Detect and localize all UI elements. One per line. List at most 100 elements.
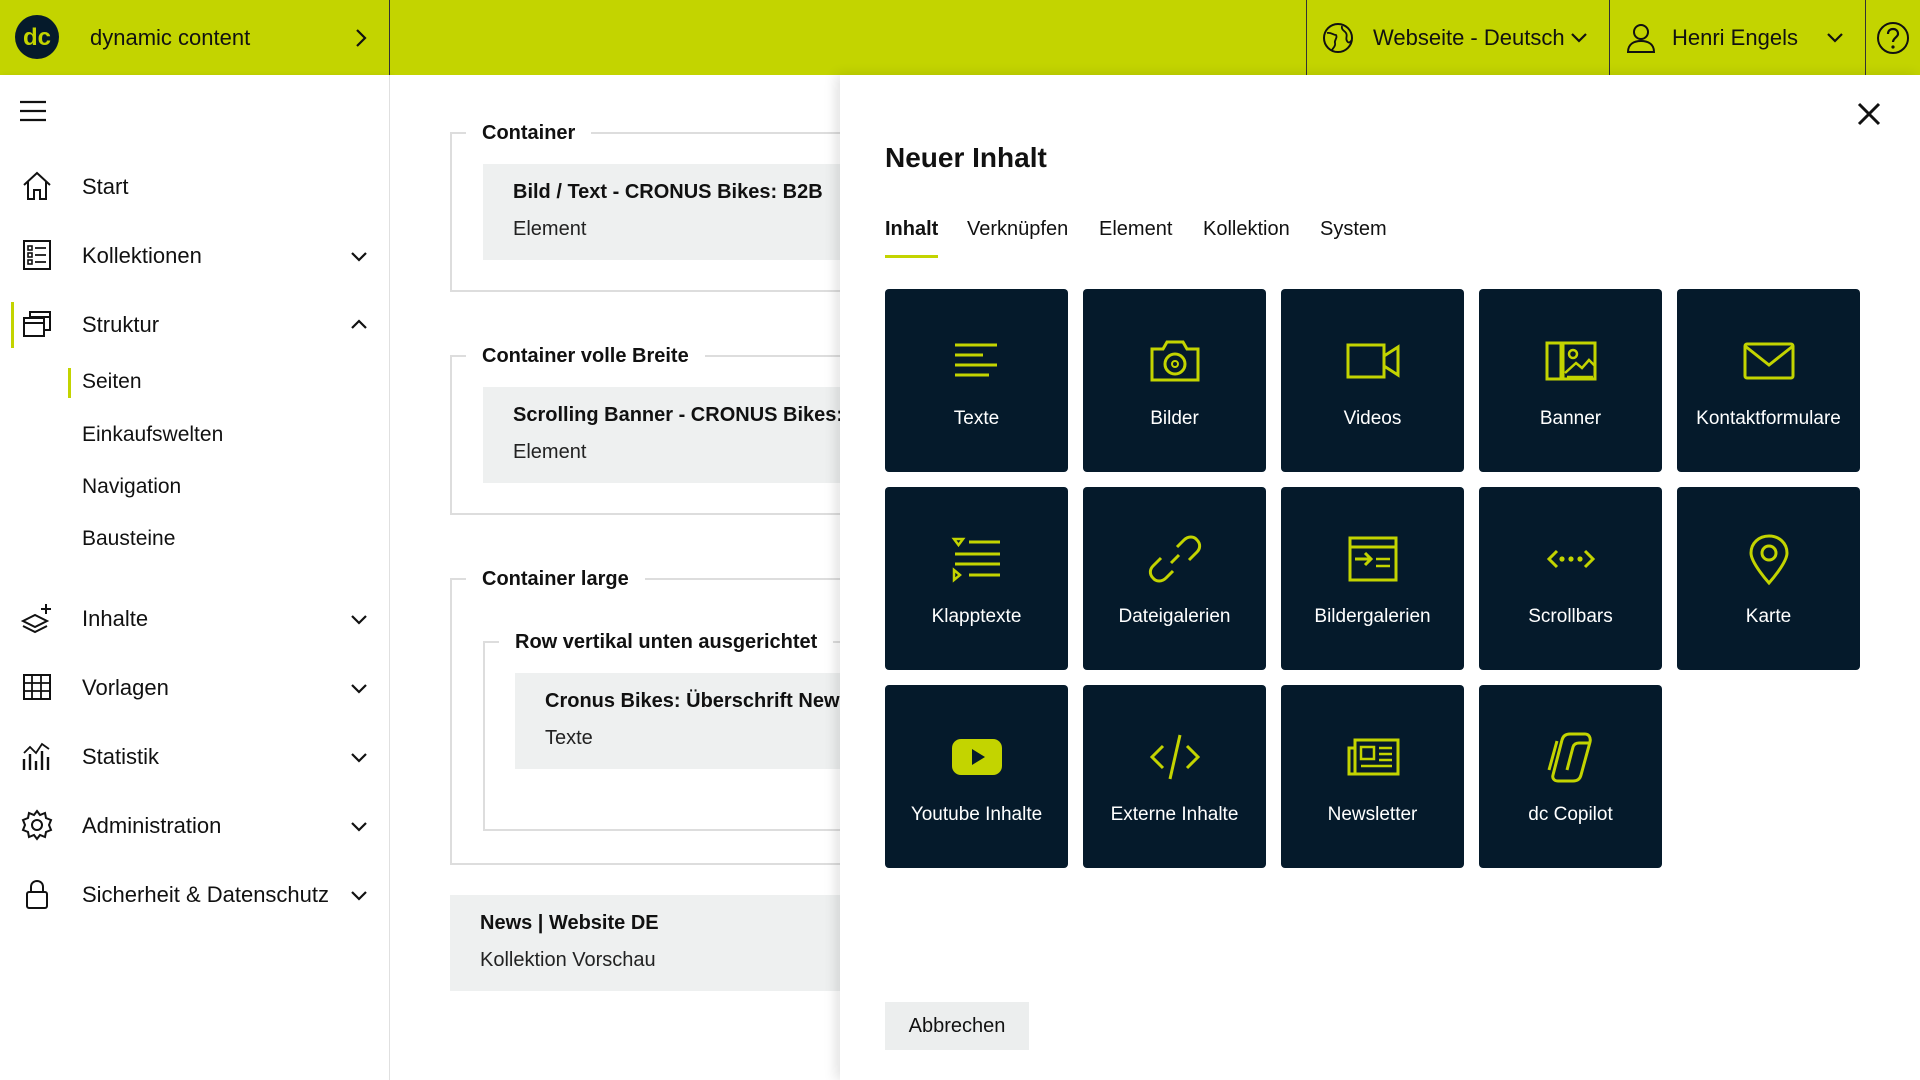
banner-image-icon [1545,341,1597,381]
sidebar-item-label: Statistik [82,744,160,769]
gallery-window-icon [1348,536,1398,582]
close-icon[interactable] [1854,99,1884,129]
sidebar-item-label: Kollektionen [82,243,202,268]
sidebar-subitem-seiten[interactable]: Seiten [0,360,390,404]
chevron-down-icon [351,891,367,901]
tile-label: Karte [1745,606,1792,627]
user-menu[interactable]: Henri Engels [1609,0,1865,75]
element-card-type: Element [513,218,587,240]
tab-system[interactable]: System [1320,218,1387,241]
cancel-button[interactable]: Abbrechen [885,1002,1029,1050]
language-switcher[interactable]: Webseite - Deutsch [1306,0,1609,75]
sidebar-subitem-label: Navigation [82,475,182,498]
sidebar-subitem-einkaufswelten[interactable]: Einkaufswelten [0,413,390,457]
svg-text:dc: dc [23,24,51,51]
sidebar-item-administration[interactable]: Administration [0,798,390,854]
tile-label: Externe Inhalte [1110,804,1239,825]
link-icon [1148,535,1202,583]
tile-label: Texte [953,408,1000,429]
tile-label: Youtube Inhalte [910,804,1043,825]
tab-element[interactable]: Element [1099,218,1172,241]
chevron-down-icon [351,252,367,262]
sidebar-subitem-navigation[interactable]: Navigation [0,465,390,509]
help-icon [1877,22,1909,54]
app-name: dynamic content [90,25,251,50]
sidebar-item-sicherheit[interactable]: Sicherheit & Datenschutz [0,867,390,923]
list-icon [23,240,51,270]
sidebar-item-label: Inhalte [82,606,149,631]
tab-verknuepfen[interactable]: Verknüpfen [967,218,1068,241]
sidebar-item-label: Administration [82,813,222,838]
sidebar-item-vorlagen[interactable]: Vorlagen [0,660,390,716]
tile-texte[interactable]: Texte [885,289,1068,472]
newspaper-icon [1347,738,1400,776]
tab-kollektion[interactable]: Kollektion [1203,218,1290,241]
sidebar-item-statistik[interactable]: Statistik [0,729,390,785]
chevron-down-icon [351,822,367,832]
tile-label: Banner [1539,408,1602,429]
tile-karte[interactable]: Karte [1677,487,1860,670]
help-button[interactable] [1865,0,1920,75]
user-name: Henri Engels [1672,25,1798,50]
tile-label: Videos [1343,408,1402,429]
chevron-down-icon [1571,33,1587,43]
chevron-down-icon [1827,33,1843,43]
tile-bildergalerien[interactable]: Bildergalerien [1281,487,1464,670]
windows-icon [23,311,51,337]
sidebar-item-kollektionen[interactable]: Kollektionen [0,228,390,284]
sidebar-item-start[interactable]: Start [0,159,390,215]
chevron-down-icon [351,615,367,625]
chevron-down-icon [351,753,367,763]
top-bar: dc dynamic content Webseite - Deutsch He… [0,0,1920,75]
language-label: Webseite - Deutsch [1373,25,1565,50]
container-title: Container [466,122,592,145]
sidebar-subitem-label: Bausteine [82,527,176,550]
copilot-icon [1547,732,1592,783]
element-card[interactable]: Bild / Text - CRONUS Bikes: B2B Element [483,164,840,260]
tile-klapptexte[interactable]: Klapptexte [885,487,1068,670]
accordion-list-icon [951,537,1000,583]
chevron-right-icon [356,29,367,47]
map-pin-icon [1749,534,1789,586]
tile-banner[interactable]: Banner [1479,289,1662,472]
tile-bilder[interactable]: Bilder [1083,289,1266,472]
tile-label: Newsletter [1327,804,1418,825]
camera-icon [1150,340,1200,382]
container-title: Container volle Breite [466,345,705,368]
chevron-down-icon [351,684,367,694]
sidebar-item-struktur[interactable]: Struktur [0,297,390,353]
text-lines-icon [955,343,997,377]
element-card-type: Texte [545,727,593,749]
brand-switcher[interactable]: dc dynamic content [0,0,390,75]
tile-dateigalerien[interactable]: Dateigalerien [1083,487,1266,670]
sidebar-item-inhalte[interactable]: Inhalte [0,591,390,647]
lock-icon [26,879,48,909]
sidebar-subitem-bausteine[interactable]: Bausteine [0,517,390,561]
element-card[interactable]: Scrolling Banner - CRONUS Bikes: Cl Elem… [483,387,840,483]
tile-label: Kontaktformulare [1696,408,1841,429]
chart-icon [22,742,50,770]
sidebar-item-label: Vorlagen [82,675,169,700]
element-card[interactable]: Cronus Bikes: Überschrift Newsl Texte [515,673,840,769]
element-card-title: Bild / Text - CRONUS Bikes: B2B [513,181,823,203]
tile-kontaktformulare[interactable]: Kontaktformulare [1677,289,1860,472]
tile-dc-copilot[interactable]: dc Copilot [1479,685,1662,868]
element-card-type: Element [513,441,587,463]
tile-videos[interactable]: Videos [1281,289,1464,472]
tile-newsletter[interactable]: Newsletter [1281,685,1464,868]
page-structure: Container Bild / Text - CRONUS Bikes: B2… [390,75,840,1080]
collection-card-title: News | Website DE [480,912,659,934]
tile-externe-inhalte[interactable]: Externe Inhalte [1083,685,1266,868]
layers-plus-icon [20,604,51,634]
tab-inhalt[interactable]: Inhalt [885,218,939,258]
code-icon [1149,734,1201,780]
hamburger-menu-icon[interactable] [18,99,48,123]
dc-logo: dc [15,15,59,59]
tile-scrollbars[interactable]: Scrollbars [1479,487,1662,670]
tile-label: dc Copilot [1528,804,1613,825]
tile-label: Scrollbars [1528,606,1613,627]
new-content-panel: Neuer Inhalt Inhalt Verknüpfen Element K… [840,75,1920,1080]
tile-youtube-inhalte[interactable]: Youtube Inhalte [885,685,1068,868]
globe-icon [1323,23,1353,53]
collection-card[interactable]: News | Website DE Kollektion Vorschau [450,895,840,991]
